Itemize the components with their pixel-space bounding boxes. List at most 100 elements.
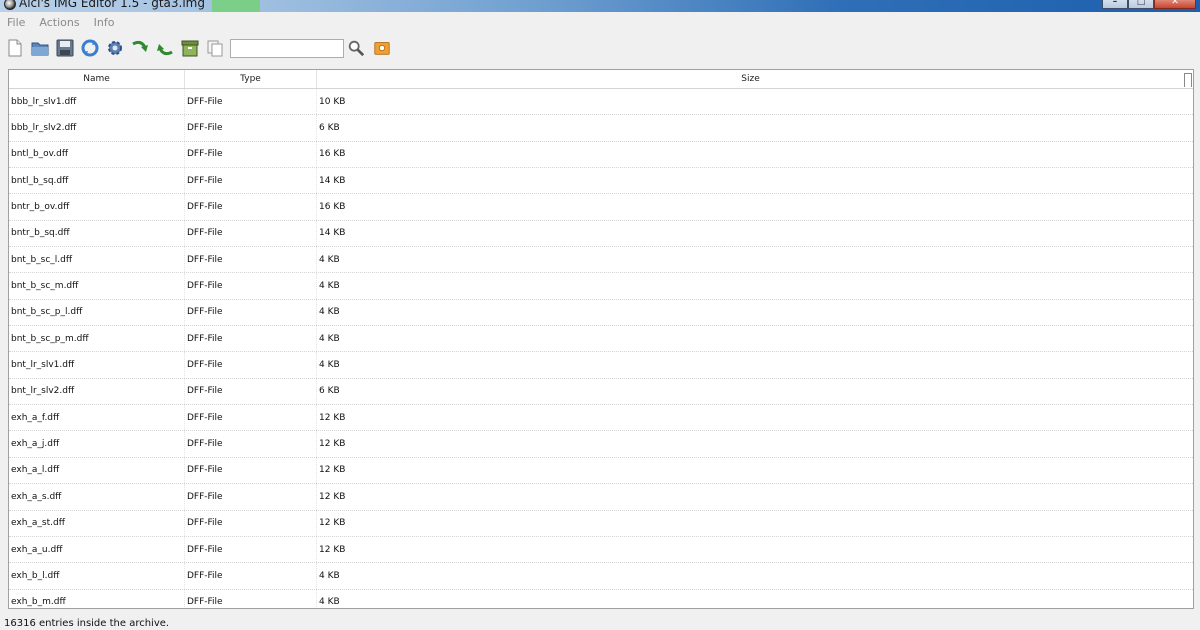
import-button[interactable]: [129, 37, 151, 59]
save-button[interactable]: [54, 37, 76, 59]
app-window: Alci's IMG Editor 1.5 - gta3.img – □ ✕ F…: [0, 0, 1200, 630]
table-row[interactable]: bntr_b_sq.dff DFF-File 14 KB: [9, 220, 1193, 248]
cell-size: 4 KB: [319, 570, 340, 581]
cell-size: 12 KB: [319, 412, 346, 423]
menu-file[interactable]: File: [0, 12, 32, 34]
cell-type: DFF-File: [185, 484, 317, 510]
cell-size: 12 KB: [319, 544, 346, 555]
table-row[interactable]: bbb_lr_slv2.dff DFF-File 6 KB: [9, 115, 1193, 142]
menu-info[interactable]: Info: [87, 12, 122, 34]
close-button[interactable]: ✕: [1154, 0, 1196, 9]
cell-name: exh_a_u.dff: [9, 536, 185, 563]
cell-type: DFF-File: [185, 457, 317, 484]
open-button[interactable]: [29, 37, 51, 59]
archive-box-icon: [181, 40, 199, 57]
table-row[interactable]: exh_a_l.dff DFF-File 12 KB: [9, 457, 1193, 485]
column-header-type[interactable]: Type: [185, 70, 317, 88]
cell-name: bbb_lr_slv1.dff: [9, 89, 185, 115]
cell-name: exh_a_l.dff: [9, 457, 185, 484]
cell-size: 16 KB: [319, 149, 346, 160]
cell-type: DFF-File: [185, 247, 317, 273]
table-row[interactable]: bbb_lr_slv1.dff DFF-File 10 KB: [9, 89, 1193, 116]
table-row[interactable]: exh_a_u.dff DFF-File 12 KB: [9, 536, 1193, 564]
toolbar: [0, 34, 1200, 62]
export-arrow-icon: [157, 44, 173, 56]
table-row[interactable]: exh_a_st.dff DFF-File 12 KB: [9, 510, 1193, 537]
window-title: Alci's IMG Editor 1.5 - gta3.img: [19, 0, 205, 10]
cell-size: 14 KB: [319, 228, 346, 239]
cell-name: bbb_lr_slv2.dff: [9, 115, 185, 141]
cell-type: DFF-File: [185, 168, 317, 194]
file-table[interactable]: Name Type Size bbb_lr_slv1.dff DFF-File 10…: [8, 69, 1194, 609]
table-row[interactable]: bntl_b_ov.dff DFF-File 16 KB: [9, 141, 1193, 169]
cell-size: 6 KB: [319, 123, 340, 134]
cell-name: exh_b_m.dff: [9, 589, 185, 608]
table-row[interactable]: bnt_b_sc_p_m.dff DFF-File 4 KB: [9, 326, 1193, 353]
save-icon: [56, 39, 74, 57]
cell-size: 4 KB: [319, 254, 340, 265]
table-row[interactable]: bnt_lr_slv2.dff DFF-File 6 KB: [9, 378, 1193, 406]
cell-name: bnt_lr_slv2.dff: [9, 378, 185, 405]
archive-button[interactable]: [179, 37, 201, 59]
cell-type: DFF-File: [185, 352, 317, 378]
table-row[interactable]: exh_b_m.dff DFF-File 4 KB: [9, 589, 1193, 608]
table-row[interactable]: bnt_b_sc_m.dff DFF-File 4 KB: [9, 273, 1193, 300]
cell-type: DFF-File: [185, 141, 317, 168]
cell-name: bnt_b_sc_l.dff: [9, 247, 185, 273]
cell-size: 12 KB: [319, 439, 346, 450]
copy-button[interactable]: [204, 37, 226, 59]
refresh-icon: [81, 39, 99, 57]
table-row[interactable]: bntr_b_ov.dff DFF-File 16 KB: [9, 194, 1193, 221]
browse-folder-button[interactable]: [372, 38, 392, 58]
cell-type: DFF-File: [185, 115, 317, 141]
cell-type: DFF-File: [185, 563, 317, 589]
column-header-size[interactable]: Size: [317, 70, 1184, 88]
cell-name: exh_a_f.dff: [9, 405, 185, 431]
minimize-button[interactable]: –: [1102, 0, 1128, 9]
table-row[interactable]: bnt_b_sc_l.dff DFF-File 4 KB: [9, 247, 1193, 274]
minimize-icon: –: [1112, 0, 1118, 7]
new-file-icon: [8, 39, 22, 57]
maximize-button[interactable]: □: [1128, 0, 1154, 9]
table-row[interactable]: exh_b_l.dff DFF-File 4 KB: [9, 563, 1193, 590]
settings-button[interactable]: [104, 37, 126, 59]
menu-actions[interactable]: Actions: [32, 12, 86, 34]
table-row[interactable]: bnt_b_sc_p_l.dff DFF-File 4 KB: [9, 299, 1193, 327]
new-file-button[interactable]: [4, 37, 26, 59]
cell-name: bnt_b_sc_p_m.dff: [9, 326, 185, 352]
cell-type: DFF-File: [185, 405, 317, 431]
refresh-button[interactable]: [79, 37, 101, 59]
settings-gear-icon: [108, 41, 122, 55]
table-row[interactable]: exh_a_s.dff DFF-File 12 KB: [9, 484, 1193, 511]
cell-type: DFF-File: [185, 299, 317, 326]
app-icon: [4, 0, 16, 10]
cell-type: DFF-File: [185, 378, 317, 405]
table-row[interactable]: bntl_b_sq.dff DFF-File 14 KB: [9, 168, 1193, 195]
cell-size: 12 KB: [319, 518, 346, 529]
cell-name: bntr_b_sq.dff: [9, 220, 185, 247]
open-folder-icon: [31, 42, 49, 56]
column-header-name[interactable]: Name: [9, 70, 185, 88]
search-input[interactable]: [230, 38, 344, 58]
cell-size: 12 KB: [319, 465, 346, 476]
cell-size: 16 KB: [319, 202, 346, 213]
cell-size: 4 KB: [319, 597, 340, 608]
table-row[interactable]: exh_a_f.dff DFF-File 12 KB: [9, 405, 1193, 432]
cell-type: DFF-File: [185, 589, 317, 608]
search-button[interactable]: [346, 38, 366, 58]
column-chooser-button[interactable]: [1184, 73, 1192, 87]
table-row[interactable]: exh_a_j.dff DFF-File 12 KB: [9, 431, 1193, 458]
cell-type: DFF-File: [185, 194, 317, 220]
menu-bar: File Actions Info: [0, 12, 1200, 34]
cell-size: 4 KB: [319, 281, 340, 292]
cell-type: DFF-File: [185, 510, 317, 536]
export-button[interactable]: [154, 37, 176, 59]
cell-type: DFF-File: [185, 89, 317, 115]
search-icon: [348, 40, 365, 57]
cell-size: 4 KB: [319, 333, 340, 344]
titlebar-highlight: [212, 0, 260, 12]
cell-name: exh_b_l.dff: [9, 563, 185, 589]
cell-name: bntl_b_ov.dff: [9, 141, 185, 168]
table-row[interactable]: bnt_lr_slv1.dff DFF-File 4 KB: [9, 352, 1193, 379]
cell-type: DFF-File: [185, 326, 317, 352]
